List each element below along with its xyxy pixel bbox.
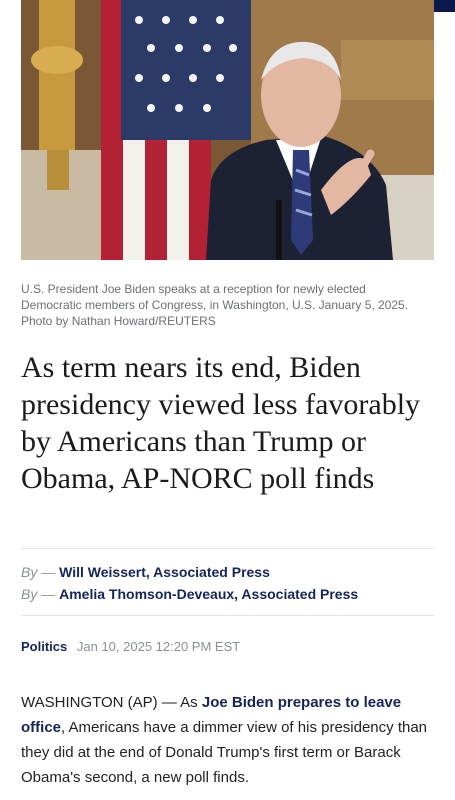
byline-prefix: By — [21,586,56,602]
caption-line: Democratic members of Congress, in Washi… [21,298,409,312]
dateline: WASHINGTON (AP) — As [21,694,202,711]
divider [21,548,434,549]
body-text: , Americans have a dimmer view of his pr… [21,719,428,786]
article-body: WASHINGTON (AP) — As Joe Biden prepares … [21,690,441,790]
author-link[interactable]: Amelia Thomson-Deveaux, Associated Press [59,586,358,602]
top-accent [434,0,455,12]
article-photo [21,0,434,260]
photo-caption: U.S. President Joe Biden speaks at a rec… [21,281,434,329]
byline: By — Will Weissert, Associated Press [21,562,270,582]
publish-date: Jan 10, 2025 12:20 PM EST [76,639,241,654]
author-link[interactable]: Will Weissert, Associated Press [59,564,270,580]
article-headline: As term nears its end, Biden presidency … [21,351,421,495]
section-link[interactable]: Politics [21,639,67,654]
photo-illustration [21,0,434,260]
article-meta: Politics Jan 10, 2025 12:20 PM EST [21,639,240,654]
caption-line: U.S. President Joe Biden speaks at a rec… [21,282,366,296]
divider [21,615,434,616]
photo-credit: Photo by Nathan Howard/REUTERS [21,314,216,328]
byline: By — Amelia Thomson-Deveaux, Associated … [21,584,358,604]
byline-prefix: By — [21,564,56,580]
